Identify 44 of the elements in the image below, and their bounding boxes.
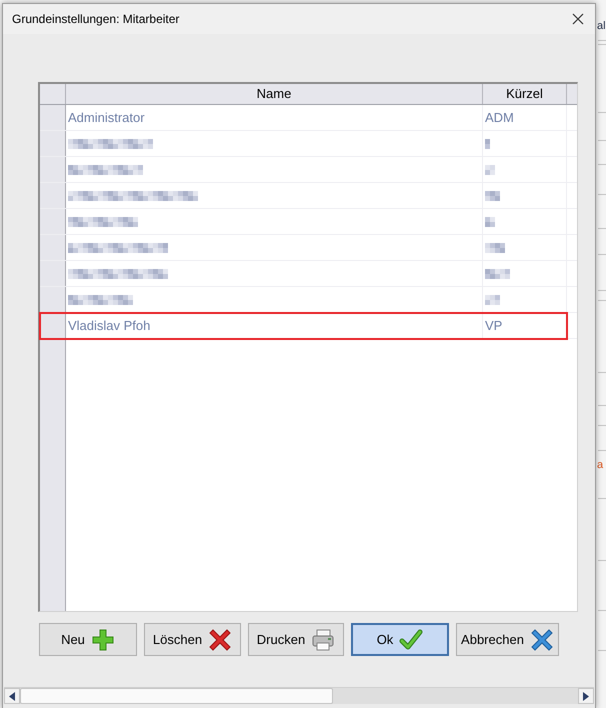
row-header-cell[interactable] — [40, 235, 66, 260]
pixelated-text-drawing — [485, 242, 505, 252]
triangle-left-icon — [9, 692, 15, 700]
row-header-cell[interactable] — [40, 209, 66, 234]
table-cell-text: Administrator — [68, 108, 145, 127]
row-header-cell[interactable] — [40, 287, 66, 312]
scroll-right-button[interactable] — [578, 688, 594, 704]
triangle-right-icon — [583, 692, 589, 700]
horizontal-scrollbar[interactable] — [4, 687, 594, 704]
dialog-button[interactable]: Neu — [39, 623, 137, 656]
row-header-cell[interactable] — [40, 157, 66, 182]
table-cell-text: Vladislav Pfoh — [68, 316, 150, 335]
row-header-cell[interactable] — [40, 183, 66, 208]
text-fragment: a — [597, 459, 604, 472]
table-cell-text: VP — [485, 316, 502, 335]
row-header-cell[interactable] — [40, 105, 66, 130]
dialog-button[interactable]: Löschen — [144, 623, 241, 656]
pixelated-text-drawing — [485, 268, 510, 278]
pixelated-text-drawing — [68, 216, 138, 226]
row-header-cell[interactable] — [40, 313, 66, 338]
column-header[interactable]: Kürzel — [483, 84, 567, 104]
scroll-left-button[interactable] — [4, 688, 20, 704]
row-header-cell[interactable] — [40, 131, 66, 156]
pixelated-text-drawing — [485, 138, 490, 148]
scrollbar-thumb[interactable] — [20, 688, 333, 704]
text-fragment: al — [597, 20, 606, 33]
row-header-cell[interactable] — [40, 261, 66, 286]
dialog-title: Grundeinstellungen: Mitarbeiter — [12, 11, 180, 28]
table-cell-text: ADM — [485, 108, 514, 127]
cross-icon — [208, 628, 232, 652]
cross-icon — [530, 628, 554, 652]
dialog-button[interactable]: Abbrechen — [456, 623, 559, 656]
pixelated-text-drawing — [485, 164, 495, 174]
dialog-button[interactable]: Ok — [351, 623, 449, 656]
dialog-button[interactable]: Drucken — [248, 623, 344, 656]
plus-icon — [90, 628, 115, 652]
column-header[interactable]: Name — [66, 84, 483, 104]
pixelated-text-drawing — [485, 216, 495, 226]
pixelated-text-drawing — [68, 294, 133, 304]
pixelated-text-drawing — [485, 294, 500, 304]
printer-icon — [311, 628, 336, 652]
pixelated-text-drawing — [485, 190, 500, 200]
checkmark-icon — [399, 628, 424, 652]
close-icon — [572, 13, 584, 25]
